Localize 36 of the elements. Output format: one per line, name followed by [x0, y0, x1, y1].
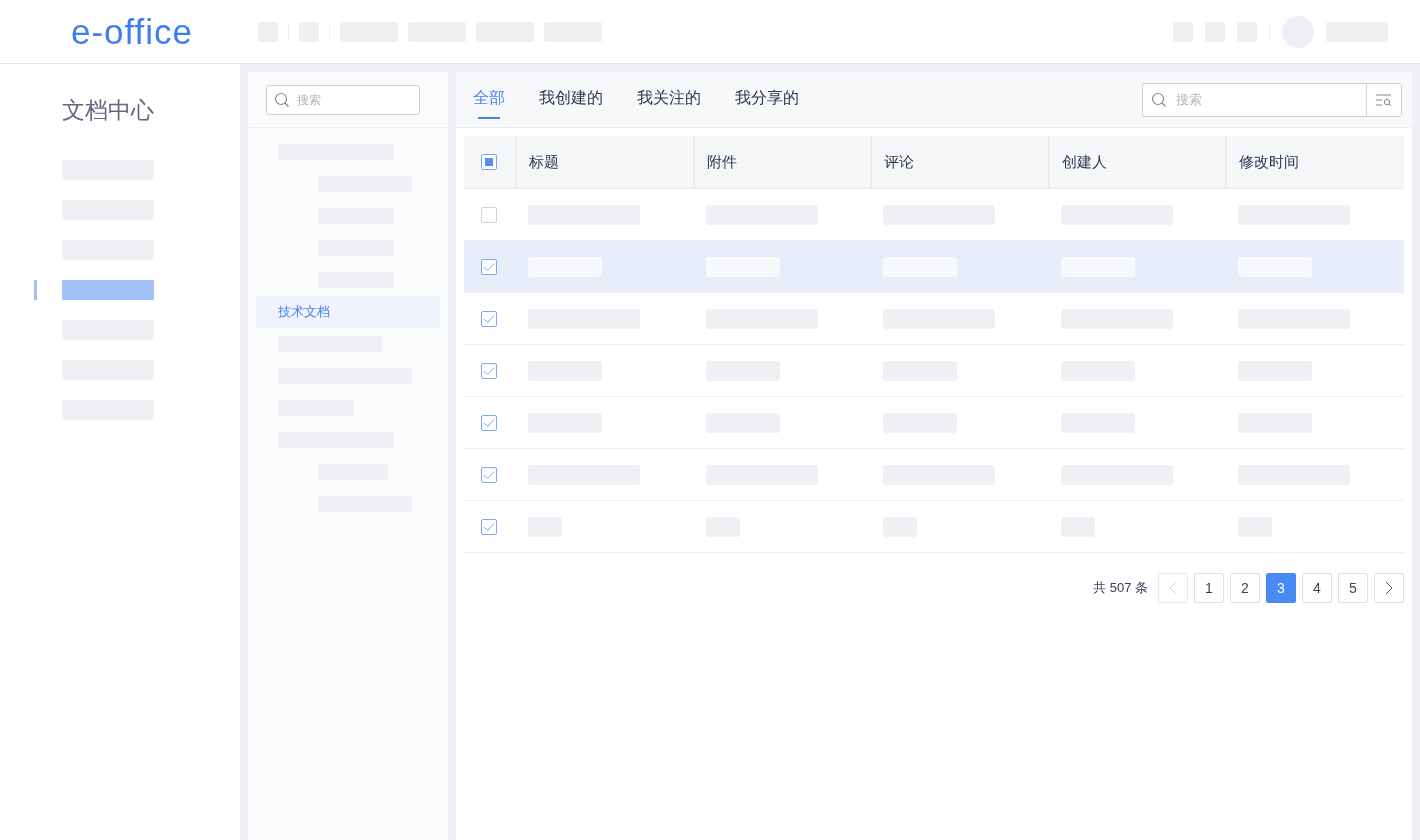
filter-button[interactable]: [1366, 82, 1402, 117]
page-button[interactable]: 5: [1338, 573, 1368, 603]
search-field[interactable]: 搜索: [1142, 82, 1366, 117]
row-checkbox[interactable]: [481, 362, 497, 379]
row-checkbox[interactable]: [481, 466, 497, 483]
column-header: 创建人: [1048, 136, 1227, 189]
tab[interactable]: 全部: [473, 72, 505, 127]
tab[interactable]: 我关注的: [637, 72, 701, 127]
sidebar-item[interactable]: [62, 280, 154, 300]
row-checkbox[interactable]: [481, 206, 497, 223]
select-all-checkbox[interactable]: [481, 154, 497, 170]
chevron-left-icon: [1169, 581, 1177, 595]
page-button[interactable]: 2: [1230, 573, 1260, 603]
search-field[interactable]: 搜索: [266, 84, 420, 115]
total-count: 共 507 条: [1093, 579, 1148, 597]
search-icon: [274, 91, 290, 108]
next-page-button[interactable]: [1374, 573, 1404, 603]
logo[interactable]: e-office: [0, 11, 258, 52]
row-checkbox[interactable]: [481, 258, 497, 275]
search-icon: [1151, 91, 1167, 108]
row-checkbox[interactable]: [481, 414, 497, 431]
active-indicator: [34, 280, 37, 300]
page-button[interactable]: 4: [1302, 573, 1332, 603]
page-button[interactable]: 1: [1194, 573, 1224, 603]
column-header: 附件: [693, 136, 872, 189]
chevron-right-icon: [1385, 581, 1393, 595]
column-header: 标题: [516, 136, 694, 189]
column-header: 修改时间: [1226, 136, 1404, 189]
filter-search-icon: [1376, 93, 1392, 106]
row-checkbox[interactable]: [481, 310, 497, 327]
row-checkbox[interactable]: [481, 518, 497, 535]
tab[interactable]: 我创建的: [539, 72, 603, 127]
column-header: 评论: [871, 136, 1049, 189]
table-row[interactable]: [464, 240, 1404, 293]
tab[interactable]: 我分享的: [735, 72, 799, 127]
sidebar-title: 文档中心: [62, 96, 155, 125]
